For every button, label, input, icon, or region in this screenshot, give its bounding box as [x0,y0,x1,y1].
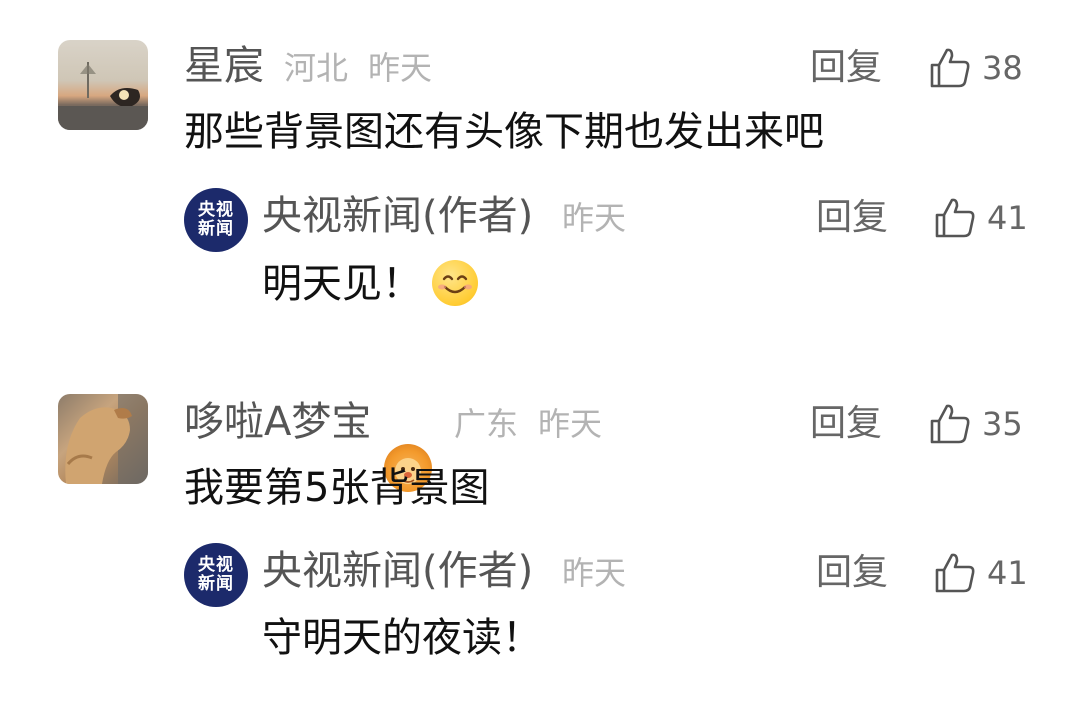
smiling-face-emoji [432,260,478,306]
user-avatar[interactable] [58,40,148,130]
like-button[interactable]: 41 [933,551,1028,595]
like-count: 35 [982,405,1023,443]
logo-text: 央视 [198,200,234,220]
like-count: 41 [987,554,1028,592]
avatar-photo-image [65,394,148,484]
reply-button[interactable]: 回复 [810,44,882,92]
author-username[interactable]: 央视新闻(作者) [262,547,533,595]
reply-button[interactable]: 回复 [816,194,888,242]
reply-button[interactable]: 回复 [816,549,888,597]
like-count: 38 [982,49,1023,87]
logo-text: 央视 [198,555,234,575]
comment-time: 昨天 [538,405,603,443]
author-avatar[interactable]: 央视 新闻 [184,543,248,607]
reply-text: 明天见！ [262,261,422,307]
reply-time: 昨天 [562,199,627,237]
thumbs-up-icon [935,198,975,238]
logo-text: 新闻 [198,219,234,239]
avatar-photo-image [58,62,148,130]
author-avatar[interactable]: 央视 新闻 [184,188,248,252]
reply-time: 昨天 [562,554,627,592]
comment-time: 昨天 [368,49,433,87]
comment-username[interactable]: 哆啦A梦宝 [184,398,371,446]
user-avatar[interactable] [58,394,148,484]
like-count: 41 [987,199,1028,237]
comment-text: 那些背景图还有头像下期也发出来吧 [184,109,824,155]
like-button[interactable]: 38 [928,46,1023,90]
reply-button[interactable]: 回复 [810,400,882,448]
comment-location: 广东 [454,405,519,443]
thumbs-up-icon [930,48,970,88]
logo-text: 新闻 [198,574,234,594]
like-button[interactable]: 35 [928,402,1023,446]
comment-username[interactable]: 星宸 [184,42,264,90]
reply-text: 守明天的夜读！ [262,615,542,661]
comment-location: 河北 [284,49,349,87]
comment-text: 我要第5张背景图 [184,465,490,511]
thumbs-up-icon [935,553,975,593]
author-username[interactable]: 央视新闻(作者) [262,192,533,240]
thumbs-up-icon [930,404,970,444]
like-button[interactable]: 41 [933,196,1028,240]
